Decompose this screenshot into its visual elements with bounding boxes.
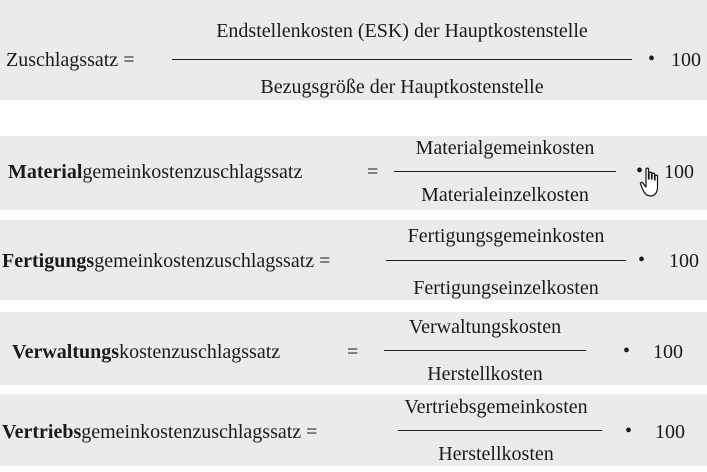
factor-verwaltung: 100 xyxy=(653,341,683,363)
factor-general: 100 xyxy=(671,49,701,71)
formula-label-rest: gemeinkostenzuschlagssatz = xyxy=(81,421,318,443)
multiply-dot-vertrieb: • xyxy=(625,420,633,442)
formula-label-bold: Vertriebs xyxy=(2,421,82,443)
formula-label-bold: Fertigungs xyxy=(2,250,95,272)
formula-label-general: Zuschlagssatz = xyxy=(6,50,134,70)
factor-vertrieb: 100 xyxy=(655,421,685,443)
formula-numerator-fertigung: Fertigungsgemeinkosten xyxy=(407,225,605,247)
formula-label-material: Materialgemeinkostenzuschlagssatz xyxy=(8,162,302,182)
formula-label-rest: gemeinkostenzuschlagssatz xyxy=(82,161,303,183)
multiply-dot-fertigung: • xyxy=(638,249,646,271)
hand-cursor-icon xyxy=(639,167,659,197)
multiply-dot-verwaltung: • xyxy=(623,340,631,362)
fraction-line-material xyxy=(394,171,616,172)
formula-denominator-material: Materialeinzelkosten xyxy=(421,184,589,206)
formula-label-rest: Zuschlagssatz = xyxy=(6,49,135,71)
formula-sheet: Zuschlagssatz = Endstellenkosten (ESK) d… xyxy=(0,0,707,472)
formula-label-bold: Verwaltungs xyxy=(12,341,120,363)
fraction-line-general xyxy=(172,59,632,60)
formula-label-fertigung: Fertigungsgemeinkostenzuschlagssatz = xyxy=(2,251,330,271)
equals-sign-material: = xyxy=(367,161,379,183)
factor-material: 100 xyxy=(664,161,694,183)
formula-denominator-fertigung: Fertigungseinzelkosten xyxy=(413,277,599,299)
fraction-line-fertigung xyxy=(386,260,626,261)
fraction-line-verwaltung xyxy=(384,350,586,351)
formula-denominator-vertrieb: Herstellkosten xyxy=(438,443,554,465)
equals-sign-verwaltung: = xyxy=(347,341,359,363)
formula-denominator-verwaltung: Herstellkosten xyxy=(427,363,543,385)
formula-label-vertrieb: Vertriebsgemeinkostenzuschlagssatz = xyxy=(2,422,317,442)
fraction-line-vertrieb xyxy=(398,430,602,431)
formula-label-verwaltung: Verwaltungskostenzuschlagssatz xyxy=(12,342,280,362)
formula-label-rest: gemeinkostenzuschlagssatz = xyxy=(94,250,331,272)
formula-numerator-vertrieb: Vertriebsgemeinkosten xyxy=(404,396,588,418)
formula-label-bold: Material xyxy=(8,161,83,183)
formula-numerator-general: Endstellenkosten (ESK) der Hauptkostenst… xyxy=(216,20,588,42)
formula-label-rest: kostenzuschlagssatz xyxy=(119,341,281,363)
factor-fertigung: 100 xyxy=(669,250,699,272)
formula-numerator-material: Materialgemeinkosten xyxy=(415,137,595,159)
formula-numerator-verwaltung: Verwaltungskosten xyxy=(408,316,562,338)
formula-denominator-general: Bezugsgröße der Hauptkostenstelle xyxy=(260,76,544,98)
multiply-dot-general: • xyxy=(648,48,656,70)
